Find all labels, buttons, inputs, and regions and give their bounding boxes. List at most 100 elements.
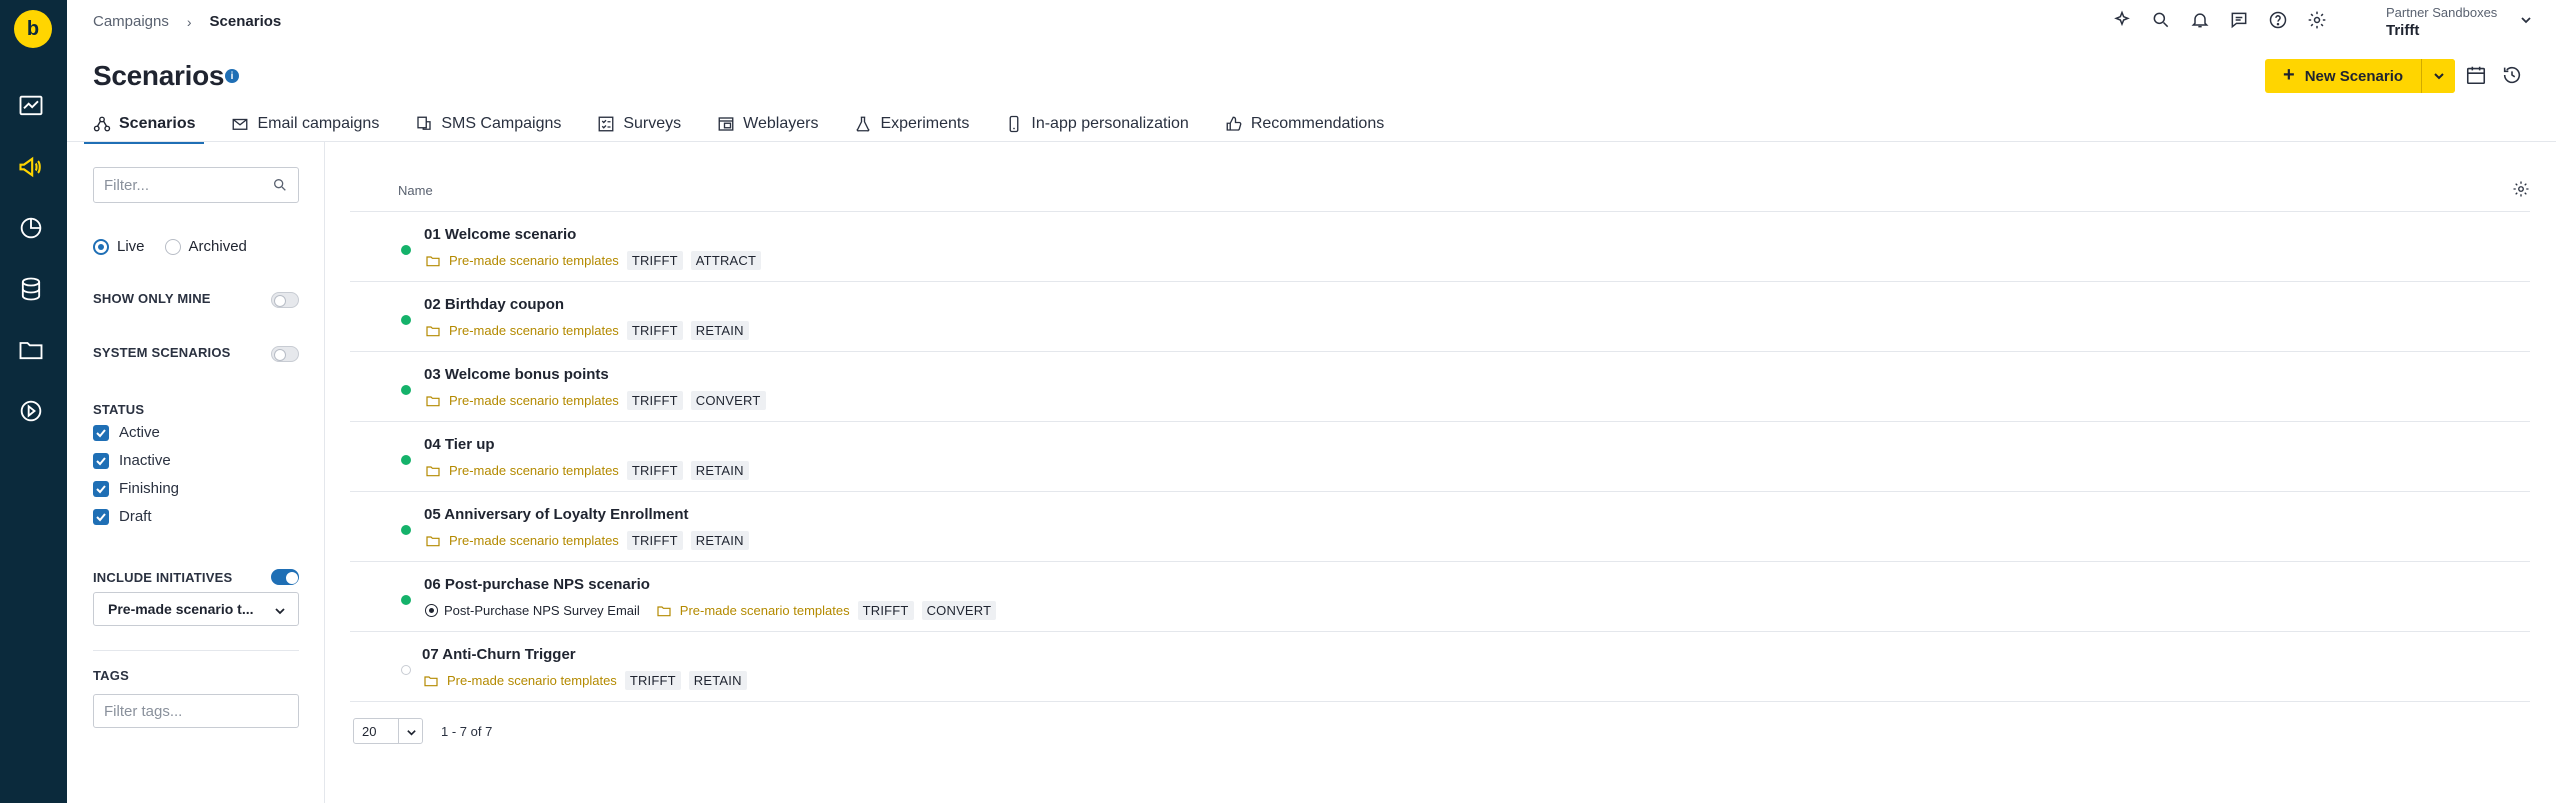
table-row[interactable]: 03 Welcome bonus points Pre-made scenari… xyxy=(350,352,2530,422)
filter-input[interactable]: Filter... xyxy=(93,167,299,203)
archived-label[interactable]: Archived xyxy=(189,238,247,255)
dashboard-icon[interactable] xyxy=(15,90,47,122)
tag: RETAIN xyxy=(690,321,749,340)
breadcrumb-campaigns[interactable]: Campaigns xyxy=(93,13,169,30)
live-radio[interactable] xyxy=(93,238,109,255)
tab-scenarios[interactable]: Scenarios xyxy=(84,106,205,144)
status-dot xyxy=(401,525,411,535)
calendar-icon[interactable] xyxy=(2465,64,2487,91)
linked-email-campaign[interactable]: Post-Purchase NPS Survey Email xyxy=(425,603,640,618)
scenario-name[interactable]: 02 Birthday coupon xyxy=(424,296,564,313)
live-label[interactable]: Live xyxy=(117,238,145,255)
scenario-name[interactable]: 05 Anniversary of Loyalty Enrollment xyxy=(424,506,689,523)
row-meta: Post-Purchase NPS Survey Email Pre-made … xyxy=(425,601,997,620)
campaigns-icon[interactable] xyxy=(15,151,47,183)
table-row[interactable]: 02 Birthday coupon Pre-made scenario tem… xyxy=(350,282,2530,352)
chevron-down-icon xyxy=(2433,73,2444,80)
info-icon[interactable]: i xyxy=(225,69,239,83)
show-only-mine-toggle[interactable] xyxy=(271,292,299,308)
folder-label: Pre-made scenario templates xyxy=(449,393,619,408)
gear-icon[interactable] xyxy=(2512,180,2530,203)
show-only-mine-label: SHOW ONLY MINE xyxy=(93,291,211,306)
status-active[interactable]: Active xyxy=(93,424,160,441)
folder-link[interactable]: Pre-made scenario templates xyxy=(656,603,850,619)
page-size-value: 20 xyxy=(362,723,377,739)
scenario-name[interactable]: 04 Tier up xyxy=(424,436,495,453)
scenario-name[interactable]: 06 Post-purchase NPS scenario xyxy=(424,576,650,593)
status-dot xyxy=(401,595,411,605)
new-scenario-dropdown-button[interactable] xyxy=(2421,59,2455,93)
tab-label: Email campaigns xyxy=(257,115,380,132)
status-draft[interactable]: Draft xyxy=(93,508,152,525)
playback-icon[interactable] xyxy=(15,395,47,427)
status-dot xyxy=(401,245,411,255)
checkbox-checked[interactable] xyxy=(93,424,109,441)
folder-label: Pre-made scenario templates xyxy=(449,463,619,478)
folder-link[interactable]: Pre-made scenario templates xyxy=(425,253,619,269)
checkbox-checked[interactable] xyxy=(93,452,109,469)
column-header-name[interactable]: Name xyxy=(398,183,433,198)
table-row[interactable]: 07 Anti-Churn Trigger Pre-made scenario … xyxy=(350,632,2530,702)
table-header: Name xyxy=(350,168,2530,212)
scenario-name[interactable]: 01 Welcome scenario xyxy=(424,226,576,243)
chat-icon[interactable] xyxy=(2227,8,2251,32)
folder-link[interactable]: Pre-made scenario templates xyxy=(423,673,617,689)
initiative-select[interactable]: Pre-made scenario t... xyxy=(93,592,299,626)
tag: RETAIN xyxy=(690,531,749,550)
row-meta: Pre-made scenario templates TRIFFT CONVE… xyxy=(425,391,766,410)
tag: TRIFFT xyxy=(626,531,683,550)
analytics-icon[interactable] xyxy=(15,212,47,244)
search-icon[interactable] xyxy=(2149,8,2173,32)
tab-in-app-personalization[interactable]: In-app personalization xyxy=(996,106,1197,142)
folder-link[interactable]: Pre-made scenario templates xyxy=(425,533,619,549)
tab-sms-campaigns[interactable]: SMS Campaigns xyxy=(406,106,570,142)
tag: TRIFFT xyxy=(626,251,683,270)
tab-email-campaigns[interactable]: Email campaigns xyxy=(222,106,388,142)
tags-filter-input[interactable]: Filter tags... xyxy=(93,694,299,728)
weblayer-icon xyxy=(718,117,734,131)
checkbox-checked[interactable] xyxy=(93,508,109,525)
tab-recommendations[interactable]: Recommendations xyxy=(1216,106,1393,142)
tab-surveys[interactable]: Surveys xyxy=(588,106,690,142)
checkbox-checked[interactable] xyxy=(93,480,109,497)
tab-label: SMS Campaigns xyxy=(441,115,562,132)
breadcrumb-current: Scenarios xyxy=(209,13,282,30)
tag: TRIFFT xyxy=(626,321,683,340)
help-icon[interactable] xyxy=(2266,8,2290,32)
initiative-select-value: Pre-made scenario t... xyxy=(108,601,254,617)
flask-icon xyxy=(857,116,870,132)
sparkle-icon[interactable] xyxy=(2110,8,2134,32)
archived-radio[interactable] xyxy=(164,238,181,255)
gear-icon[interactable] xyxy=(2305,8,2329,32)
data-icon[interactable] xyxy=(15,273,47,305)
row-meta: Pre-made scenario templates TRIFFT RETAI… xyxy=(423,671,747,690)
folder-icon[interactable] xyxy=(15,334,47,366)
page-title: Scenarios xyxy=(93,60,225,91)
page-size-select[interactable]: 20 xyxy=(353,718,423,744)
chevron-down-icon xyxy=(2520,13,2532,31)
scenario-name[interactable]: 03 Welcome bonus points xyxy=(424,366,609,383)
bell-icon[interactable] xyxy=(2188,8,2212,32)
history-icon[interactable] xyxy=(2501,64,2523,91)
table-row[interactable]: 04 Tier up Pre-made scenario templates T… xyxy=(350,422,2530,492)
status-inactive[interactable]: Inactive xyxy=(93,452,171,469)
tag: TRIFFT xyxy=(857,601,914,620)
app-logo[interactable]: b xyxy=(14,10,52,48)
tab-experiments[interactable]: Experiments xyxy=(845,106,978,142)
folder-link[interactable]: Pre-made scenario templates xyxy=(425,393,619,409)
system-scenarios-toggle[interactable] xyxy=(271,346,299,362)
include-initiatives-toggle[interactable] xyxy=(271,569,299,585)
folder-link[interactable]: Pre-made scenario templates xyxy=(425,463,619,479)
status-finishing[interactable]: Finishing xyxy=(93,480,179,497)
project-switcher[interactable]: Partner Sandboxes Trifft xyxy=(2386,5,2531,39)
scenario-name[interactable]: 07 Anti-Churn Trigger xyxy=(422,646,576,663)
status-label: Inactive xyxy=(119,452,171,469)
folder-link[interactable]: Pre-made scenario templates xyxy=(425,323,619,339)
table-row[interactable]: 06 Post-purchase NPS scenario Post-Purch… xyxy=(350,562,2530,632)
table-row[interactable]: 05 Anniversary of Loyalty Enrollment Pre… xyxy=(350,492,2530,562)
campaign-icon xyxy=(425,604,438,617)
tab-weblayers[interactable]: Weblayers xyxy=(708,106,827,142)
plus-icon: + xyxy=(2283,63,2295,86)
tag: TRIFFT xyxy=(624,671,681,690)
table-row[interactable]: 01 Welcome scenario Pre-made scenario te… xyxy=(350,212,2530,282)
